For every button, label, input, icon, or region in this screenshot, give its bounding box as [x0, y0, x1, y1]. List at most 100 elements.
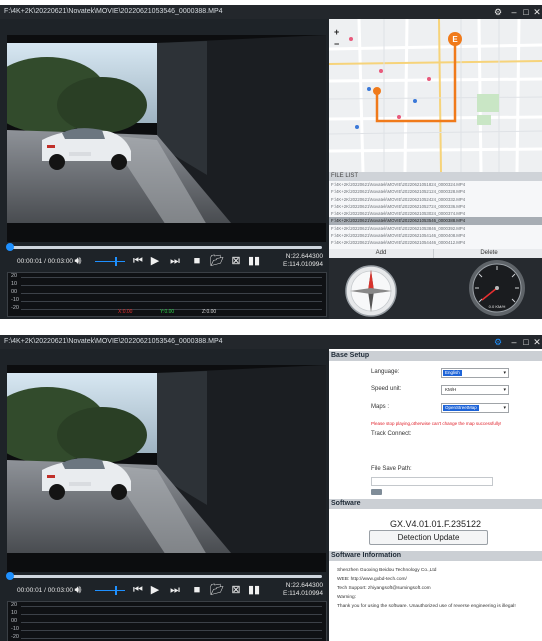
close-icon[interactable]: ✕: [530, 335, 542, 349]
grid-line: [21, 293, 322, 294]
gear-icon[interactable]: ⚙: [491, 5, 505, 19]
web-text[interactable]: WEB: http://www.gxbd-tech.com/: [337, 577, 407, 582]
grid-line: [21, 606, 322, 607]
playback-controls: 00:00:01 / 00:03:00 🔊︎ ⏮︎ ▶︎ ⏭︎ ■ 📂︎ ⊠ ▮…: [7, 251, 325, 273]
latitude: N:22.644300: [285, 582, 323, 589]
gear-icon[interactable]: ⚙: [491, 335, 505, 349]
file-save-path-input[interactable]: [371, 477, 493, 486]
seek-handle[interactable]: [6, 243, 15, 251]
maps-warning: Please stop playing,otherwise can't chan…: [371, 421, 502, 426]
settings-panel: Base Setup Language: English ▾ Speed uni…: [329, 349, 542, 641]
video-scene: [7, 365, 326, 572]
file-list-item[interactable]: F:\4K+2K\20220621\Novatek\MOVIE\20220621…: [329, 188, 542, 195]
volume-handle[interactable]: [115, 586, 117, 595]
title-bar: F:\4K+2K\20220621\Novatek\MOVIE\20220621…: [0, 335, 542, 349]
file-list[interactable]: F:\4K+2K\20220621\Novatek\MOVIE\20220621…: [329, 181, 542, 249]
gsensor-graph: 20 10 00 -10 -20: [7, 601, 327, 641]
maps-select[interactable]: OpenStreetMap ▾: [441, 403, 509, 413]
graph-y-label: 20: [11, 273, 18, 279]
gps-coordinates: N:22.644300 E:114.010994: [283, 582, 323, 598]
legend-x: X:0.00: [118, 309, 133, 315]
map-canvas: E: [329, 19, 542, 172]
seek-bar[interactable]: [6, 572, 322, 580]
speedometer-icon: 0.0 KM/H: [469, 260, 525, 316]
skip-back-icon[interactable]: ⏮︎: [131, 254, 145, 268]
volume-handle[interactable]: [115, 257, 117, 266]
start-marker: [373, 87, 381, 95]
folder-icon[interactable]: 📂︎: [210, 583, 224, 597]
snapshot-icon[interactable]: ⊠: [229, 583, 243, 597]
chevron-down-icon: ▾: [503, 405, 506, 411]
stop-icon[interactable]: ■: [190, 583, 204, 597]
speed-unit-select[interactable]: KM/H ▾: [441, 385, 509, 395]
seek-handle[interactable]: [6, 572, 15, 580]
latitude: N:22.644300: [285, 253, 323, 260]
gauge-panel: 0.0 KM/H: [329, 258, 542, 319]
folder-icon[interactable]: 📂︎: [210, 254, 224, 268]
time-display: 00:00:01 / 00:03:00: [17, 258, 73, 265]
file-list-item[interactable]: F:\4K+2K\20220621\Novatek\MOVIE\20220621…: [329, 225, 542, 232]
graph-y-label: -10: [11, 626, 19, 632]
fullscreen-icon[interactable]: ▮▮: [247, 583, 261, 597]
fullscreen-icon[interactable]: ▮▮: [247, 254, 261, 268]
file-list-item[interactable]: F:\4K+2K\20220621\Novatek\MOVIE\20220621…: [329, 239, 542, 246]
software-info-header: Software Information: [329, 551, 542, 561]
total-time: 00:03:00: [47, 258, 74, 265]
volume-icon[interactable]: 🔊︎: [71, 254, 85, 268]
file-save-path-label: File Save Path:: [371, 466, 412, 472]
graph-y-label: -20: [11, 305, 19, 311]
browse-folder-button[interactable]: [371, 489, 382, 495]
speed-unit-value: KM/H: [443, 387, 459, 393]
playback-controls: 00:00:01 / 00:03:00 🔊︎ ⏮︎ ▶︎ ⏭︎ ■ 📂︎ ⊠ ▮…: [7, 580, 325, 602]
zoom-in-button[interactable]: +: [334, 27, 339, 37]
file-list-item[interactable]: F:\4K+2K\20220621\Novatek\MOVIE\20220621…: [329, 210, 542, 217]
volume-icon[interactable]: 🔊︎: [71, 583, 85, 597]
current-time: 00:00:01: [17, 587, 43, 594]
longitude: E:114.010994: [283, 590, 323, 597]
play-icon[interactable]: ▶︎: [148, 254, 162, 268]
play-icon[interactable]: ▶︎: [148, 583, 162, 597]
skip-back-icon[interactable]: ⏮︎: [131, 583, 145, 597]
graph-y-label: -20: [11, 634, 19, 640]
file-list-item[interactable]: F:\4K+2K\20220621\Novatek\MOVIE\20220621…: [329, 196, 542, 203]
skip-forward-icon[interactable]: ⏭︎: [168, 583, 182, 597]
graph-y-label: 00: [11, 618, 18, 624]
end-marker-label: E: [452, 35, 458, 44]
detection-update-button[interactable]: Detection Update: [369, 530, 488, 545]
delete-button[interactable]: Delete: [437, 249, 541, 258]
grid-line: [21, 285, 322, 286]
file-list-item[interactable]: F:\4K+2K\20220621\Novatek\MOVIE\20220621…: [329, 217, 542, 225]
speed-readout: 0.0 KM/H: [489, 304, 506, 309]
longitude: E:114.010994: [283, 261, 323, 268]
snapshot-icon[interactable]: ⊠: [229, 254, 243, 268]
add-button[interactable]: Add: [329, 249, 434, 258]
player-window-settings: F:\4K+2K\20220621\Novatek\MOVIE\20220621…: [0, 335, 542, 641]
video-scene: [7, 35, 326, 242]
seek-bar[interactable]: [6, 243, 322, 251]
version-text: GX.V4.01.01.F.235122: [389, 519, 482, 529]
stop-icon[interactable]: ■: [190, 254, 204, 268]
video-frame[interactable]: [7, 35, 326, 242]
track-connect-label: Track Connect:: [371, 431, 412, 437]
gsensor-graph: 20 10 00 -10 -20 X:0.00 Y:0.00 Z:0.00: [7, 272, 327, 317]
file-list-item[interactable]: F:\4K+2K\20220621\Novatek\MOVIE\20220621…: [329, 203, 542, 210]
video-frame[interactable]: [7, 365, 326, 572]
title-bar: F:\4K+2K\20220621\Novatek\MOVIE\20220621…: [0, 5, 542, 19]
grid-line: [21, 630, 322, 631]
volume-slider[interactable]: [95, 590, 125, 591]
skip-forward-icon[interactable]: ⏭︎: [168, 254, 182, 268]
close-icon[interactable]: ✕: [530, 5, 542, 19]
map-view[interactable]: E: [329, 19, 542, 172]
volume-slider[interactable]: [95, 261, 125, 262]
warning-label: Warning:: [337, 595, 357, 600]
file-list-item[interactable]: F:\4K+2K\20220621\Novatek\MOVIE\20220621…: [329, 232, 542, 239]
legend-z: Z:0.00: [202, 309, 217, 315]
language-select[interactable]: English ▾: [441, 368, 509, 378]
time-display: 00:00:01 / 00:03:00: [17, 587, 73, 594]
gps-coordinates: N:22.644300 E:114.010994: [283, 253, 323, 269]
file-list-item[interactable]: F:\4K+2K\20220621\Novatek\MOVIE\20220621…: [329, 181, 542, 188]
grid-line: [21, 277, 322, 278]
file-list-header: FILE LIST: [329, 172, 542, 181]
zoom-out-button[interactable]: −: [334, 39, 339, 49]
total-time: 00:03:00: [47, 587, 74, 594]
